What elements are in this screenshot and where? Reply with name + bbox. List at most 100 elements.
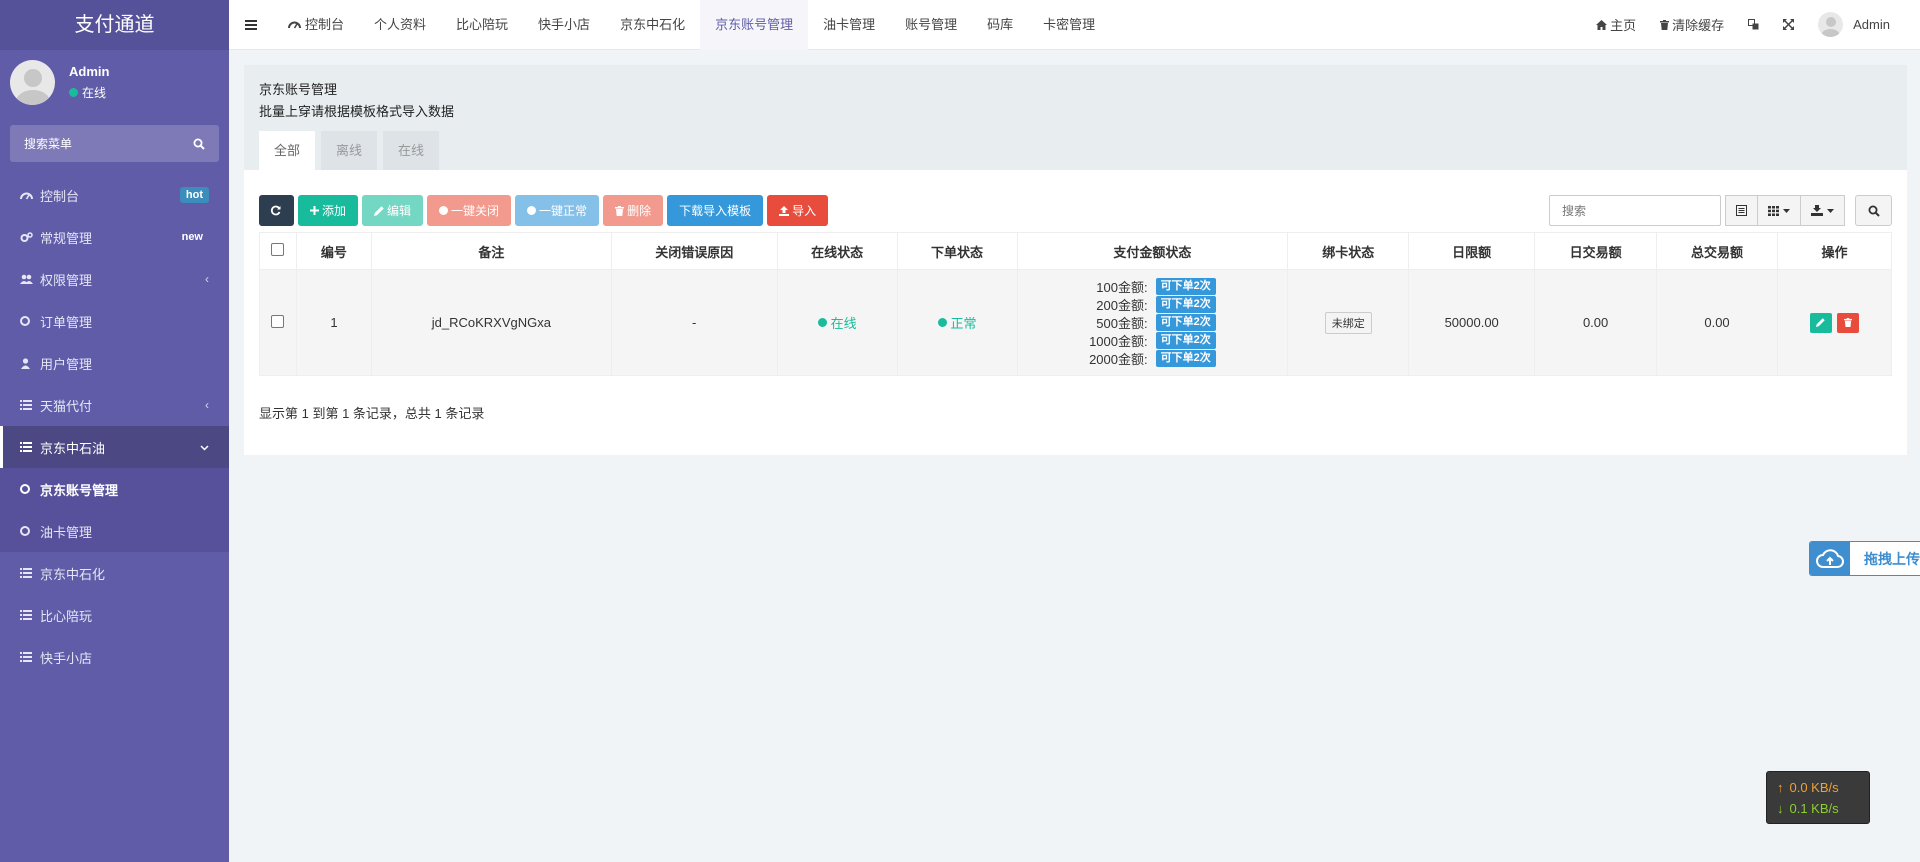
amount-status-list: 100金额: 可下单2次 200金额: 可下单2次 500金额: 可下单2次 1000… bbox=[1089, 278, 1216, 368]
row-edit-button[interactable] bbox=[1809, 312, 1832, 333]
col-daily-amount[interactable]: 日交易额 bbox=[1534, 232, 1658, 270]
app-logo[interactable]: 支付通道 bbox=[0, 0, 229, 50]
search-icon[interactable] bbox=[193, 138, 205, 150]
tab-offline[interactable]: 离线 bbox=[321, 131, 378, 170]
search-menu-input[interactable]: 搜索菜单 bbox=[10, 125, 219, 162]
col-remark[interactable]: 备注 bbox=[370, 232, 612, 270]
columns-dropdown-button[interactable] bbox=[1757, 195, 1801, 226]
tab-kuaishou[interactable]: 快手小店 bbox=[523, 0, 605, 50]
edit-button[interactable]: 编辑 bbox=[362, 195, 424, 226]
pagination-info: 显示第 1 到第 1 条记录，总共 1 条记录 bbox=[259, 406, 485, 421]
tab-dashboard[interactable]: 控制台 bbox=[273, 0, 359, 50]
sidebar-item-jd-sinopec[interactable]: 京东中石化 bbox=[0, 552, 229, 594]
close-all-button[interactable]: 一键关闭 bbox=[427, 195, 512, 226]
col-amount-status[interactable]: 支付金额状态 bbox=[1016, 232, 1289, 270]
sidebar-item-oil-cards[interactable]: 油卡管理 bbox=[0, 510, 229, 552]
cogs-icon bbox=[20, 231, 36, 243]
online-status-badge[interactable]: 在线 bbox=[817, 313, 857, 332]
table-row: 1 jd_RCoKRXVgNGxa - 在线 正常 100金额: 可下单2次 20… bbox=[259, 269, 1893, 376]
submenu-jd-petro: 京东账号管理 油卡管理 bbox=[0, 468, 229, 552]
col-bind-status[interactable]: 绑卡状态 bbox=[1287, 232, 1410, 270]
amount-badge[interactable]: 可下单2次 bbox=[1155, 314, 1216, 331]
tab-all[interactable]: 全部 bbox=[259, 131, 316, 170]
user-name: Admin bbox=[69, 64, 110, 79]
order-status-badge[interactable]: 正常 bbox=[937, 313, 977, 332]
amount-badge[interactable]: 可下单2次 bbox=[1155, 278, 1216, 295]
add-button[interactable]: 添加 bbox=[298, 195, 359, 226]
tab-profile[interactable]: 个人资料 bbox=[359, 0, 441, 50]
new-badge: new bbox=[181, 231, 203, 243]
row-checkbox[interactable] bbox=[271, 314, 285, 328]
sidebar-item-tmall[interactable]: 天猫代付 ‹ bbox=[0, 384, 229, 426]
sidebar-item-jd-accounts[interactable]: 京东账号管理 bbox=[0, 468, 229, 510]
delete-button[interactable]: 删除 bbox=[603, 195, 664, 226]
user-menu[interactable]: Admin bbox=[1806, 0, 1902, 50]
list-icon bbox=[20, 400, 36, 410]
tab-jd-sinopec[interactable]: 京东中石化 bbox=[605, 0, 700, 50]
fullscreen-button[interactable] bbox=[1771, 0, 1806, 50]
sidebar-item-general[interactable]: 常规管理 new bbox=[0, 216, 229, 258]
top-navbar: 控制台 个人资料 比心陪玩 快手小店 京东中石化 京东账号管理 油卡管理 账号管… bbox=[229, 0, 1920, 50]
download-template-button[interactable]: 下载导入模板 bbox=[667, 195, 764, 226]
language-button[interactable] bbox=[1736, 0, 1771, 50]
arrow-up-icon: ↑ bbox=[1777, 780, 1784, 795]
sidebar-item-bixin[interactable]: 比心陪玩 bbox=[0, 594, 229, 636]
amount-badge[interactable]: 可下单2次 bbox=[1155, 296, 1216, 313]
export-dropdown-button[interactable] bbox=[1800, 195, 1845, 226]
sidebar-item-permissions[interactable]: 权限管理 ‹ bbox=[0, 258, 229, 300]
drag-upload-widget[interactable]: 拖拽上传 bbox=[1809, 541, 1920, 576]
col-id[interactable]: 编号 bbox=[295, 232, 372, 270]
col-close-reason[interactable]: 关闭错误原因 bbox=[610, 232, 778, 270]
tab-jd-accounts[interactable]: 京东账号管理 bbox=[700, 0, 809, 50]
home-link[interactable]: 主页 bbox=[1584, 0, 1648, 50]
tab-online[interactable]: 在线 bbox=[383, 131, 440, 170]
col-total-amount[interactable]: 总交易额 bbox=[1656, 232, 1778, 270]
search-input[interactable] bbox=[1549, 195, 1721, 226]
toolbar: 添加 编辑 一键关闭 一键正常 删除 下载导入模板 导入 bbox=[259, 195, 832, 226]
amount-badge[interactable]: 可下单2次 bbox=[1155, 350, 1216, 367]
bind-status-label: 未绑定 bbox=[1324, 311, 1372, 334]
page-subtitle: 批量上穿请根据模板格式导入数据 bbox=[259, 104, 455, 119]
grid-icon bbox=[1768, 205, 1779, 216]
col-online-status[interactable]: 在线状态 bbox=[776, 232, 898, 270]
col-order-status[interactable]: 下单状态 bbox=[896, 232, 1018, 270]
sidebar-item-dashboard[interactable]: 控制台 hot bbox=[0, 174, 229, 216]
avatar bbox=[1818, 12, 1844, 37]
user-icon bbox=[20, 357, 36, 369]
sidebar-toggle-button[interactable] bbox=[229, 0, 273, 50]
sidebar-item-users[interactable]: 用户管理 bbox=[0, 342, 229, 384]
status-dot-icon bbox=[817, 318, 827, 327]
tab-oil-cards[interactable]: 油卡管理 bbox=[808, 0, 890, 50]
cell-id: 1 bbox=[295, 269, 372, 376]
hot-badge: hot bbox=[179, 187, 209, 203]
sidebar-item-kuaishou[interactable]: 快手小店 bbox=[0, 636, 229, 678]
import-button[interactable]: 导入 bbox=[767, 195, 829, 226]
pencil-icon bbox=[374, 205, 384, 216]
circle-icon bbox=[439, 206, 449, 215]
select-all-checkbox[interactable] bbox=[271, 243, 285, 256]
trash-icon bbox=[615, 205, 625, 216]
amount-badge[interactable]: 可下单2次 bbox=[1155, 332, 1216, 349]
toggle-view-button[interactable] bbox=[1725, 195, 1758, 226]
col-daily-limit[interactable]: 日限额 bbox=[1408, 232, 1536, 270]
normal-all-button[interactable]: 一键正常 bbox=[515, 195, 600, 226]
plus-icon bbox=[310, 206, 319, 215]
tab-bixin[interactable]: 比心陪玩 bbox=[441, 0, 523, 50]
clear-cache-button[interactable]: 清除缓存 bbox=[1648, 0, 1736, 50]
panel-heading: 京东账号管理 批量上穿请根据模板格式导入数据 全部 离线 在线 bbox=[244, 65, 1907, 170]
sidebar-item-orders[interactable]: 订单管理 bbox=[0, 300, 229, 342]
tab-code-library[interactable]: 码库 bbox=[972, 0, 1028, 50]
advanced-search-button[interactable] bbox=[1855, 195, 1892, 226]
trash-icon bbox=[1844, 318, 1853, 327]
home-icon bbox=[1596, 19, 1608, 30]
sidebar-item-jd-petro[interactable]: 京东中石油 bbox=[0, 426, 229, 468]
tab-accounts[interactable]: 账号管理 bbox=[890, 0, 972, 50]
arrow-down-icon: ↓ bbox=[1777, 801, 1784, 816]
upload-speed: ↑ 0.0 KB/s bbox=[1777, 780, 1839, 795]
dashboard-icon bbox=[20, 190, 36, 201]
refresh-button[interactable] bbox=[259, 195, 294, 226]
tab-card-secrets[interactable]: 卡密管理 bbox=[1028, 0, 1110, 50]
row-delete-button[interactable] bbox=[1837, 312, 1860, 333]
chevron-left-icon: ‹ bbox=[205, 398, 209, 412]
refresh-icon bbox=[270, 205, 280, 216]
